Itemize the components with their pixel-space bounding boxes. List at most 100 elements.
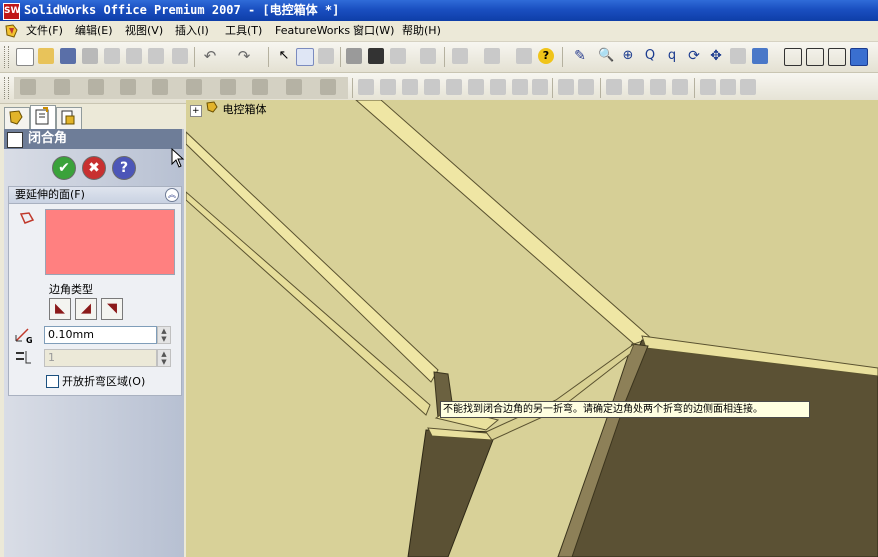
corner-butt-button[interactable]: ◣ — [49, 298, 71, 320]
unfold-icon[interactable] — [606, 79, 622, 95]
select-icon[interactable]: ↖ — [276, 48, 292, 64]
zoom-selection-icon[interactable]: q — [664, 48, 680, 64]
break-corner-icon[interactable] — [578, 79, 594, 95]
ok-button[interactable]: ✔ — [52, 156, 76, 180]
faces-selection-box[interactable] — [45, 209, 175, 275]
print-preview-icon[interactable] — [104, 48, 120, 64]
sketched-bend-icon[interactable] — [512, 79, 528, 95]
feature-tree-root[interactable]: + 电控箱体 — [190, 101, 267, 119]
new-icon[interactable] — [16, 48, 34, 66]
toolbar-separator — [600, 78, 601, 98]
smart-select-icon[interactable] — [296, 48, 314, 66]
shaded-icon[interactable] — [850, 48, 868, 66]
menu-window[interactable]: 窗口(W) — [353, 23, 394, 39]
open-icon[interactable] — [38, 48, 54, 64]
arc-icon[interactable] — [186, 79, 202, 95]
menu-view[interactable]: 视图(V) — [125, 23, 163, 39]
undo-icon[interactable]: ↶ — [202, 48, 218, 64]
print-icon[interactable] — [82, 48, 98, 64]
copy-icon[interactable] — [148, 48, 164, 64]
rotate-icon[interactable]: ⟳ — [686, 48, 702, 64]
spline-icon[interactable] — [220, 79, 236, 95]
hem-icon[interactable] — [468, 79, 484, 95]
tab-feature-manager[interactable] — [4, 107, 30, 130]
rebuild-icon[interactable] — [318, 48, 334, 64]
menu-edit[interactable]: 编辑(E) — [75, 23, 113, 39]
lofted-bend-icon[interactable] — [402, 79, 418, 95]
line-icon[interactable] — [88, 79, 104, 95]
toolbar-separator — [552, 78, 553, 98]
fold-icon[interactable] — [628, 79, 644, 95]
view-cube-icon[interactable] — [752, 48, 768, 64]
collapse-icon[interactable]: ︽ — [165, 188, 179, 202]
wireframe-icon[interactable] — [784, 48, 802, 66]
hidden-lines-icon[interactable] — [806, 48, 824, 66]
menu-file[interactable]: 文件(F) — [26, 23, 63, 39]
convert-entities-icon[interactable] — [320, 79, 336, 95]
corner-overlap-button[interactable]: ◢ — [75, 298, 97, 320]
closed-corner-icon[interactable] — [532, 79, 548, 95]
edge-flange-icon[interactable] — [424, 79, 440, 95]
tab-property-manager[interactable] — [30, 105, 56, 130]
forming-tool-icon[interactable] — [558, 79, 574, 95]
overlap-ratio-spinner[interactable]: ▲ ▼ — [157, 349, 171, 367]
smart-dimension-icon[interactable] — [54, 79, 70, 95]
zoom-area-icon[interactable]: ⊕ — [620, 48, 636, 64]
weld-icon[interactable] — [740, 79, 756, 95]
toolbar-grip[interactable] — [4, 46, 9, 68]
help-button[interactable]: ? — [112, 156, 136, 180]
convert-sheetmetal-icon[interactable] — [380, 79, 396, 95]
trim-icon[interactable] — [252, 79, 268, 95]
left-inner-edge — [186, 191, 431, 416]
group-title: 要延伸的面(F) — [15, 188, 85, 201]
sketch-relation-icon[interactable]: ✎ — [572, 48, 588, 64]
expand-icon[interactable]: + — [190, 105, 202, 117]
cancel-button[interactable]: ✖ — [82, 156, 106, 180]
insert-bends-icon[interactable] — [720, 79, 736, 95]
view-orientation-icon[interactable] — [452, 48, 468, 64]
zoom-fit-icon[interactable]: 🔍 — [598, 48, 614, 64]
gap-distance-spinner[interactable]: ▲ ▼ — [157, 326, 171, 344]
tab-configuration-manager[interactable] — [56, 107, 82, 130]
file-properties-icon[interactable] — [346, 48, 362, 64]
hidden-removed-icon[interactable] — [828, 48, 846, 66]
no-bends-icon[interactable] — [672, 79, 688, 95]
macro-icon[interactable] — [420, 48, 436, 64]
title-bar: SW SolidWorks Office Premium 2007 - [电控箱… — [0, 0, 878, 21]
save-icon[interactable] — [60, 48, 76, 64]
overlap-ratio-input[interactable]: 1 — [44, 349, 157, 367]
rectangle-icon[interactable] — [120, 79, 136, 95]
gap-distance-input[interactable]: 0.10mm — [44, 326, 157, 344]
help-icon[interactable]: ? — [538, 48, 554, 64]
mirror-icon[interactable] — [286, 79, 302, 95]
zoom-inout-icon[interactable]: Q — [642, 48, 658, 64]
jog-icon[interactable] — [490, 79, 506, 95]
solidworks-icon[interactable] — [4, 23, 20, 39]
open-bend-label[interactable]: 开放折弯区域(O) — [62, 373, 145, 389]
pan-icon[interactable]: ✥ — [708, 48, 724, 64]
options-icon[interactable] — [390, 48, 406, 64]
display-style-icon[interactable] — [484, 48, 500, 64]
section-view-icon[interactable] — [516, 48, 532, 64]
rip-icon[interactable] — [700, 79, 716, 95]
flatten-icon[interactable] — [650, 79, 666, 95]
redo-icon[interactable]: ↷ — [236, 48, 252, 64]
corner-underlap-button[interactable]: ◥ — [101, 298, 123, 320]
graphics-viewport[interactable]: + 电控箱体 — [186, 100, 878, 557]
cut-icon[interactable] — [126, 48, 142, 64]
circle-icon[interactable] — [152, 79, 168, 95]
miter-flange-icon[interactable] — [446, 79, 462, 95]
menu-insert[interactable]: 插入(I) — [175, 23, 209, 39]
menu-help[interactable]: 帮助(H) — [402, 23, 441, 39]
open-bend-checkbox[interactable] — [46, 375, 59, 388]
sketch-icon[interactable] — [20, 79, 36, 95]
base-flange-icon[interactable] — [358, 79, 374, 95]
toolbar-grip[interactable] — [4, 77, 9, 99]
menu-featureworks[interactable]: FeatureWorks — [275, 23, 350, 39]
toolbar-separator — [562, 47, 563, 67]
roll-view-icon[interactable] — [730, 48, 746, 64]
menu-tools[interactable]: 工具(T) — [225, 23, 262, 39]
group-header[interactable]: 要延伸的面(F) ︽ — [9, 187, 181, 204]
camera-icon[interactable] — [368, 48, 384, 64]
paste-icon[interactable] — [172, 48, 188, 64]
